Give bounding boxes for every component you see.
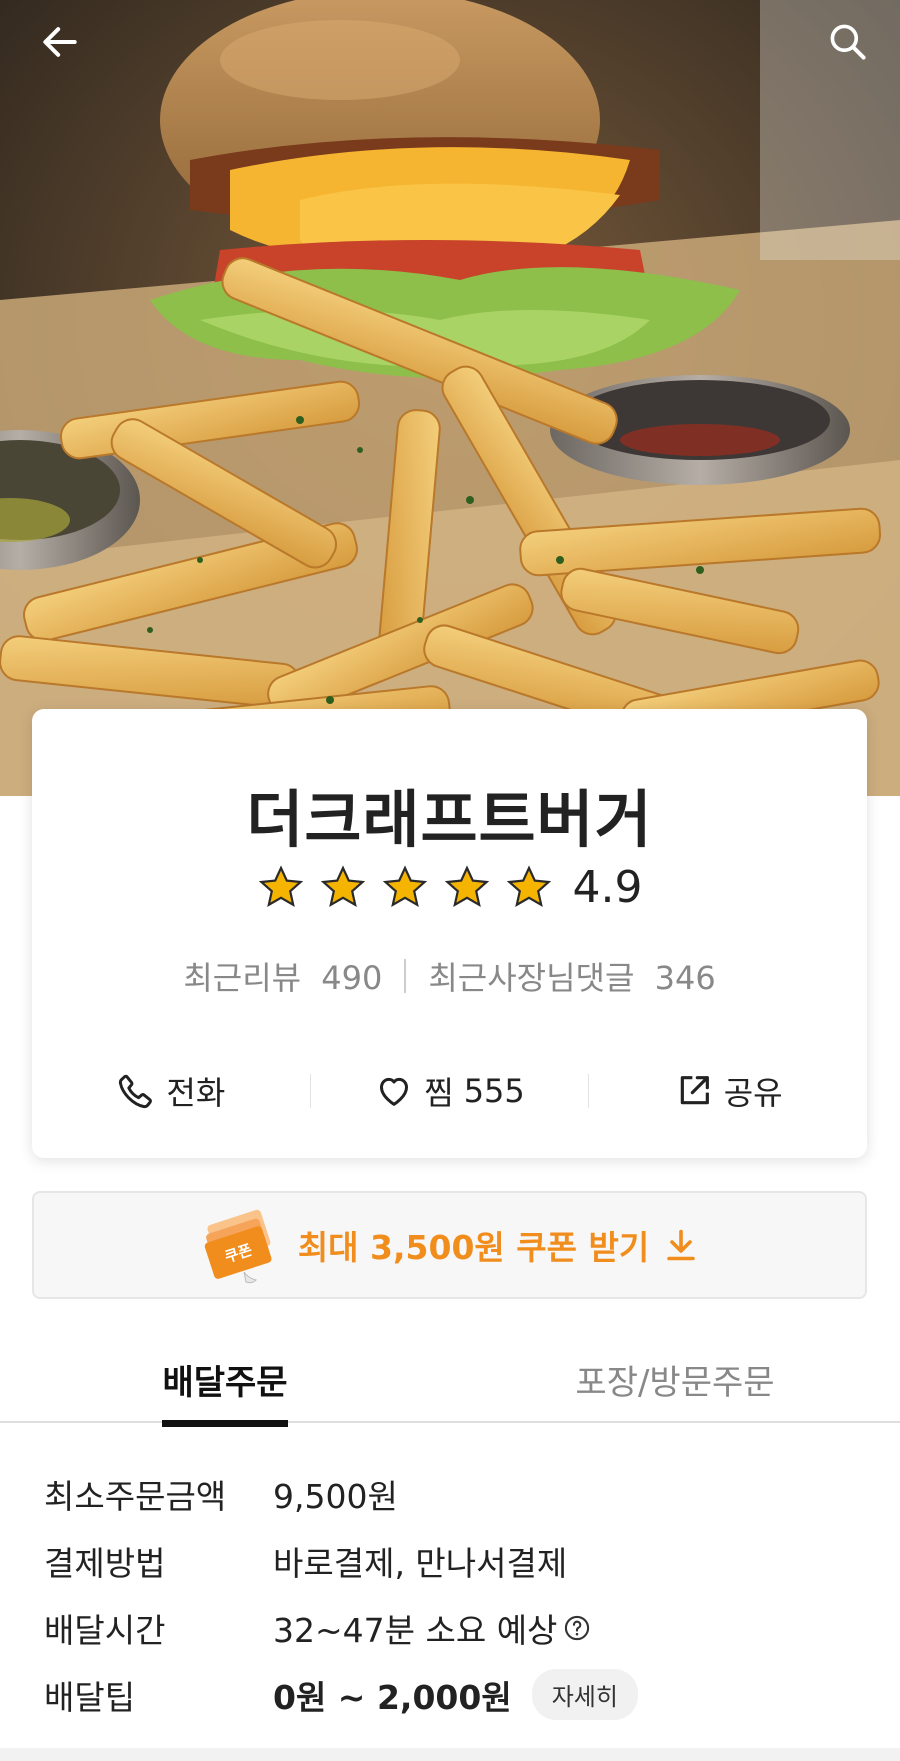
recent-reviews-count: 490: [321, 959, 383, 997]
phone-icon: [119, 1074, 153, 1109]
delivery-time-row: 배달시간 32~47분 소요 예상: [44, 1594, 864, 1661]
order-type-tabs: 배달주문 포장/방문주문: [0, 1330, 900, 1427]
delivery-details: 최소주문금액 9,500원 결제방법 바로결제, 만나서결제 배달시간 32~4…: [44, 1460, 864, 1728]
star-icon: [320, 864, 365, 907]
share-icon: [680, 1076, 709, 1105]
arrow-left-icon: [43, 27, 77, 57]
search-button[interactable]: [818, 12, 878, 72]
question-circle-icon[interactable]: [563, 1614, 591, 1642]
store-actions: 전화 찜 555 공유: [32, 1049, 867, 1133]
owner-replies-label: 최근사장님댓글: [428, 959, 635, 997]
payment-label: 결제방법: [44, 1543, 166, 1583]
owner-replies[interactable]: 최근사장님댓글 346: [428, 953, 715, 999]
share-button[interactable]: 공유: [589, 1068, 867, 1114]
download-arrow-icon: [667, 1229, 695, 1261]
coupon-ticket-icon: 쿠폰: [204, 1209, 272, 1284]
delivery-tip-value: 0원 ~ 2,000원: [273, 1677, 512, 1717]
section-divider: [0, 1748, 900, 1761]
divider: [404, 959, 407, 993]
like-label: 찜: [424, 1074, 454, 1112]
call-button[interactable]: 전화: [32, 1068, 310, 1114]
like-button[interactable]: 찜 555: [311, 1068, 589, 1114]
review-stats: 최근리뷰 490 최근사장님댓글 346: [32, 953, 867, 999]
min-order-label: 최소주문금액: [44, 1476, 227, 1516]
store-name: 더크래프트버거: [246, 783, 653, 856]
tab-pickup-label: 포장/방문주문: [575, 1363, 775, 1403]
tab-delivery-label: 배달주문: [162, 1355, 288, 1427]
payment-value: 바로결제, 만나서결제: [273, 1543, 568, 1583]
coupon-download-button[interactable]: 쿠폰 최대 3,500원 쿠폰 받기: [32, 1191, 867, 1299]
hero-food-image: [0, 0, 900, 796]
like-count: 555: [463, 1072, 525, 1110]
rating-value: 4.9: [572, 862, 643, 913]
store-info-card: 더크래프트버거 4.9 최근리뷰 490 최근사장님댓글 346 전화 찜 55…: [32, 709, 867, 1158]
star-icon: [382, 864, 427, 907]
star-icon: [258, 864, 303, 907]
back-button[interactable]: [30, 12, 90, 72]
min-order-row: 최소주문금액 9,500원: [44, 1460, 864, 1527]
coupon-label: 최대 3,500원 쿠폰 받기: [297, 1228, 650, 1267]
delivery-time-value: 32~47분 소요 예상: [273, 1610, 558, 1650]
tab-delivery[interactable]: 배달주문: [0, 1330, 450, 1427]
burger-and-fries-illustration: [0, 0, 900, 796]
tab-pickup[interactable]: 포장/방문주문: [450, 1330, 900, 1421]
search-icon: [830, 24, 866, 60]
star-icon: [444, 864, 489, 907]
recent-reviews-label: 최근리뷰: [183, 959, 302, 997]
delivery-tip-value-group: 0원 ~ 2,000원 자세히: [273, 1669, 638, 1720]
share-label: 공유: [723, 1074, 783, 1112]
rating-row: 4.9: [32, 862, 867, 913]
heart-icon: [380, 1077, 409, 1106]
delivery-tip-row: 배달팁 0원 ~ 2,000원 자세히: [44, 1661, 864, 1728]
delivery-time-value-group: 32~47분 소요 예상: [273, 1604, 591, 1652]
star-icon: [506, 864, 551, 907]
tip-detail-button[interactable]: 자세히: [531, 1669, 638, 1720]
owner-replies-count: 346: [654, 959, 716, 997]
min-order-value: 9,500원: [273, 1476, 398, 1516]
payment-row: 결제방법 바로결제, 만나서결제: [44, 1527, 864, 1594]
delivery-time-label: 배달시간: [44, 1610, 166, 1650]
call-label: 전화: [166, 1074, 226, 1112]
delivery-tip-label: 배달팁: [44, 1677, 136, 1717]
recent-reviews[interactable]: 최근리뷰 490: [183, 953, 382, 999]
